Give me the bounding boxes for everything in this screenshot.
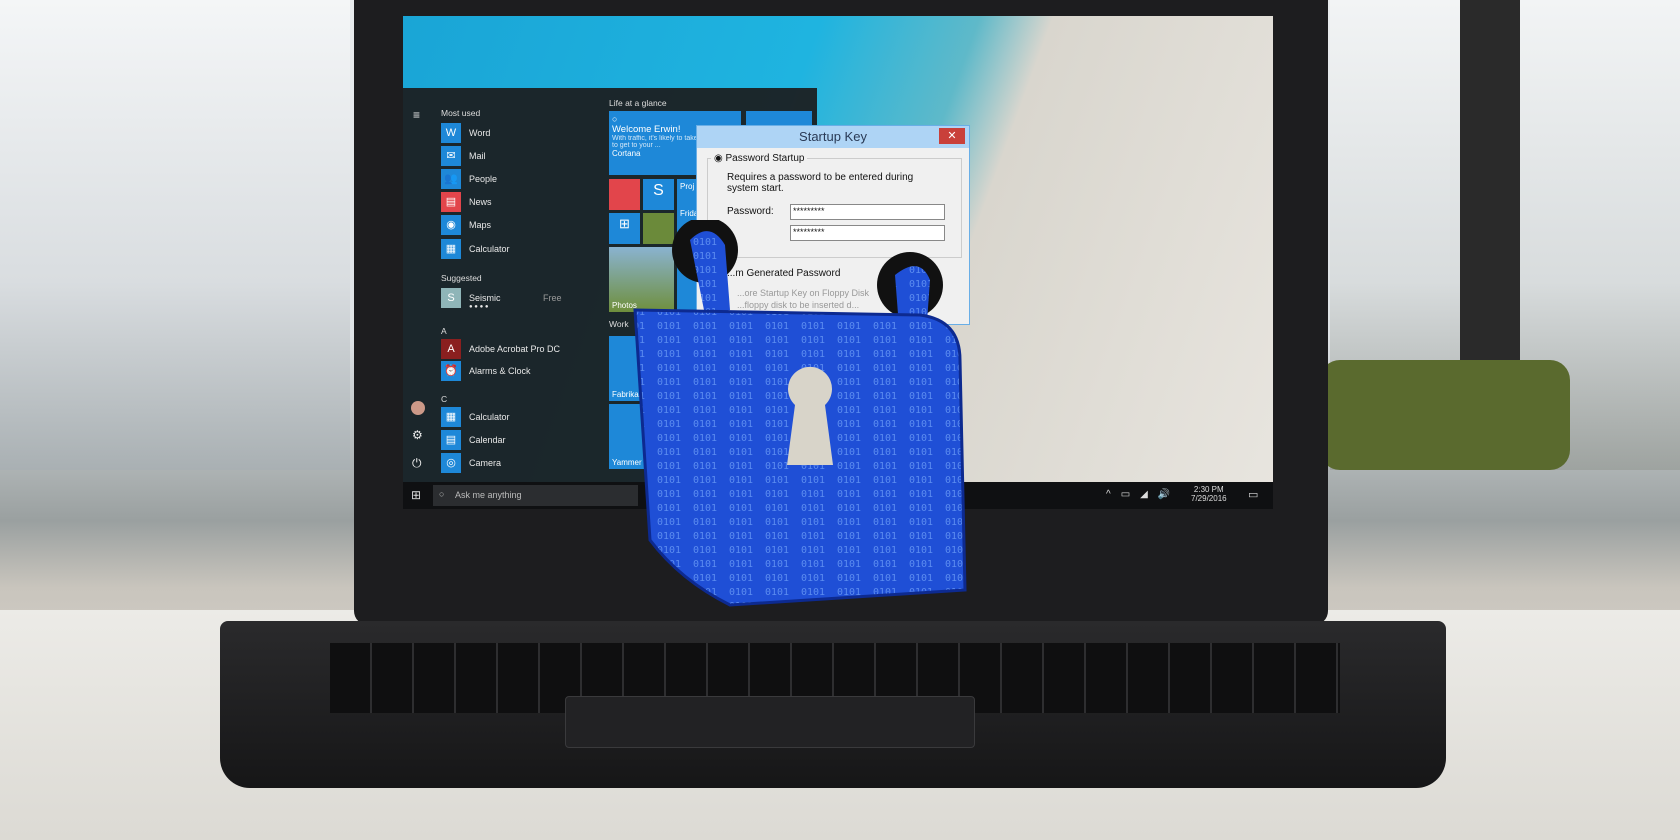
app-maps[interactable]: Maps (469, 220, 491, 230)
cortana-icon: ○ (439, 489, 445, 499)
seismic-icon: S (441, 288, 461, 308)
news-tile[interactable] (609, 179, 640, 210)
life-at-a-glance-header: Life at a glance (609, 98, 667, 108)
alarm-clock-icon: ⏰ (441, 361, 461, 381)
app-word[interactable]: Word (469, 128, 490, 138)
action-center-icon[interactable]: ▭ (1248, 488, 1258, 501)
laptop-keyboard-base (220, 621, 1446, 788)
calculator-icon: ▦ (441, 239, 461, 259)
calculator-icon: ▦ (441, 407, 461, 427)
user-avatar[interactable] (411, 401, 425, 415)
app-calculator-c[interactable]: Calculator (469, 412, 510, 422)
app-camera[interactable]: Camera (469, 458, 501, 468)
word-icon: W (441, 123, 461, 143)
app-calculator[interactable]: Calculator (469, 244, 510, 254)
option1-description: Requires a password to be entered during… (727, 172, 914, 194)
section-c: C (441, 394, 448, 404)
settings-gear-icon[interactable]: ⚙ (412, 428, 423, 442)
acrobat-icon: A (441, 339, 461, 359)
touchpad (565, 696, 975, 748)
skype-tile[interactable]: S (643, 179, 674, 210)
sofa (1320, 360, 1570, 470)
cortana-search-box[interactable]: ○ Ask me anything (433, 485, 638, 506)
password-label: Password: (727, 206, 774, 217)
suggested-header: Suggested (441, 273, 482, 283)
app-alarms[interactable]: Alarms & Clock (469, 366, 531, 376)
search-placeholder: Ask me anything (455, 490, 522, 500)
section-a: A (441, 326, 447, 336)
password-startup-radio[interactable]: ◉ Password Startup (711, 153, 808, 164)
price-label: Free (543, 293, 562, 303)
mail-icon: ✉ (441, 146, 461, 166)
window-left (0, 0, 350, 470)
news-icon: ▤ (441, 192, 461, 212)
app-calendar[interactable]: Calendar (469, 435, 506, 445)
date: 7/29/2016 (1191, 494, 1227, 503)
rating-stars: ● ● ● ● (469, 304, 489, 310)
maps-icon: ◉ (441, 215, 461, 235)
app-seismic[interactable]: Seismic (469, 293, 501, 303)
padlock-illustration: 0101 (633, 220, 967, 607)
app-news[interactable]: News (469, 197, 492, 207)
app-mail[interactable]: Mail (469, 151, 486, 161)
close-button[interactable]: ✕ (939, 128, 965, 144)
window-frame (1460, 0, 1520, 400)
hamburger-menu-icon[interactable]: ≡ (413, 108, 420, 122)
app-people[interactable]: People (469, 174, 497, 184)
password-input[interactable]: ********* (790, 204, 945, 220)
calendar-icon: ▤ (441, 430, 461, 450)
people-icon: 👥 (441, 169, 461, 189)
keyhole (787, 366, 833, 465)
app-acrobat[interactable]: Adobe Acrobat Pro DC (469, 344, 560, 354)
time: 2:30 PM (1193, 485, 1224, 494)
dialog-title: Startup Key (697, 126, 969, 148)
clock[interactable]: 2:30 PM 7/29/2016 (1191, 485, 1227, 503)
power-icon[interactable]: ⏻ (412, 456, 422, 471)
camera-icon: ◎ (441, 453, 461, 473)
most-used-header: Most used (441, 108, 481, 118)
system-tray-icons[interactable]: ^▭◢🔊 (1106, 489, 1180, 500)
windows-start-icon[interactable]: ⊞ (411, 488, 421, 502)
